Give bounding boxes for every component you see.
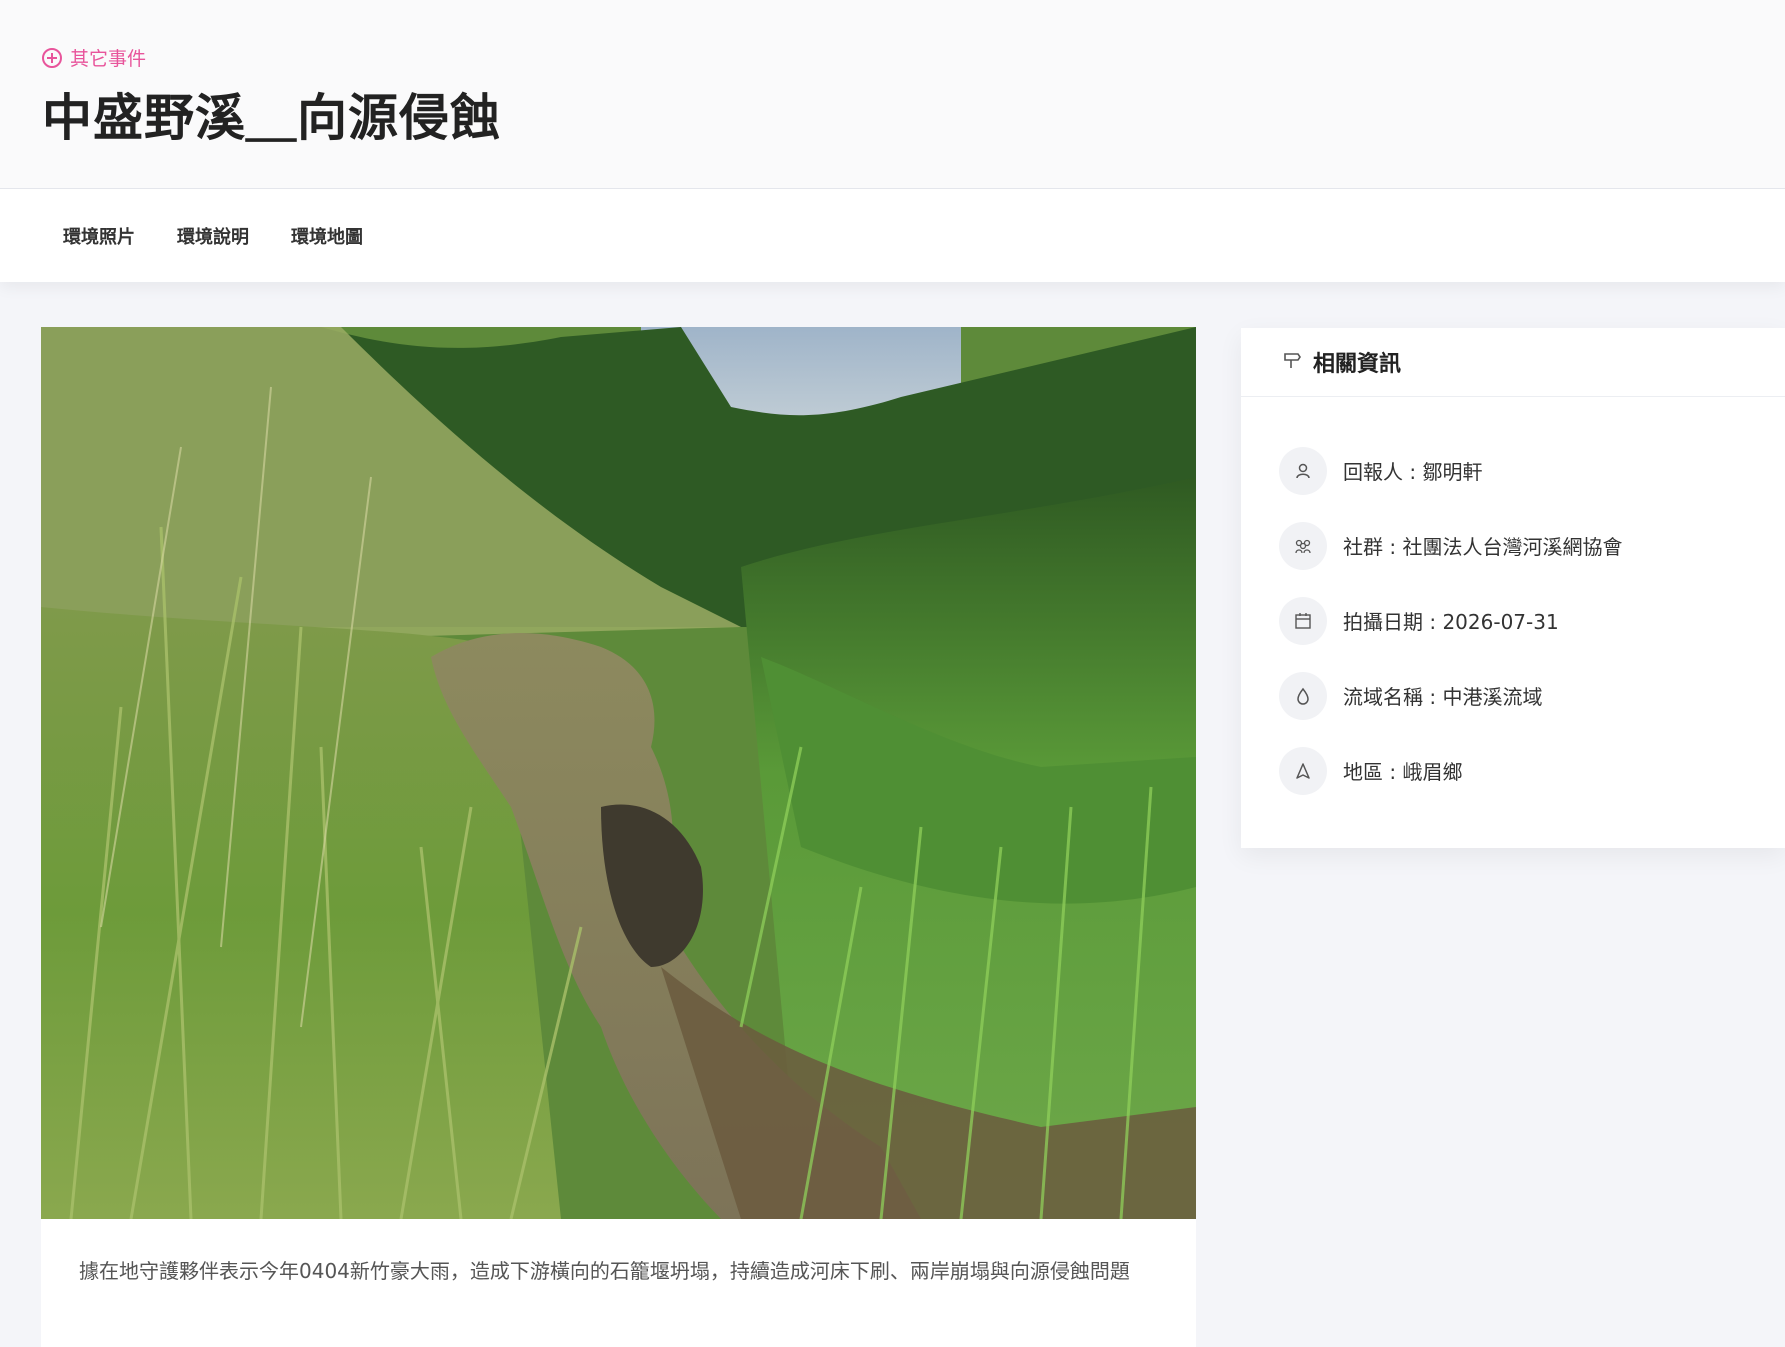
- signpost-icon: [1283, 351, 1301, 373]
- info-list: 回報人 : 鄒明軒 社群 : 社團法人台灣河溪網協會 拍攝日期 : 2026-0…: [1241, 397, 1785, 808]
- info-item-date: 拍攝日期 : 2026-07-31: [1241, 583, 1785, 658]
- tab-photos[interactable]: 環境照片: [42, 213, 156, 259]
- page-title: 中盛野溪＿向源侵蝕: [42, 89, 501, 147]
- info-item-region: 地區 : 峨眉鄉: [1241, 733, 1785, 808]
- stream-erosion-photo: [41, 327, 1196, 1219]
- related-info-header: 相關資訊: [1241, 328, 1785, 397]
- related-info-heading: 相關資訊: [1313, 352, 1402, 377]
- info-item-watershed: 流域名稱 : 中港溪流域: [1241, 658, 1785, 733]
- info-item-text: 回報人 : 鄒明軒: [1343, 460, 1483, 484]
- photo-caption: 據在地守護夥伴表示今年0404新竹豪大雨，造成下游橫向的石籠堰坍塌，持續造成河床…: [79, 1259, 1130, 1283]
- group-icon: [1279, 521, 1327, 570]
- location-icon: [1279, 746, 1327, 795]
- info-item-reporter: 回報人 : 鄒明軒: [1241, 433, 1785, 508]
- info-item-text: 拍攝日期 : 2026-07-31: [1343, 610, 1559, 634]
- info-item-text: 社群 : 社團法人台灣河溪網協會: [1343, 535, 1623, 559]
- info-item-text: 地區 : 峨眉鄉: [1343, 760, 1463, 784]
- tab-map[interactable]: 環境地圖: [270, 213, 384, 259]
- add-circle-icon: [42, 47, 62, 68]
- calendar-icon: [1279, 596, 1327, 645]
- category-link[interactable]: 其它事件: [42, 44, 146, 71]
- user-icon: [1279, 446, 1327, 495]
- tab-description[interactable]: 環境說明: [156, 213, 270, 259]
- tab-bar: 環境照片 環境說明 環境地圖: [0, 189, 1785, 282]
- water-drop-icon: [1279, 671, 1327, 720]
- environment-photo[interactable]: [41, 327, 1196, 1219]
- page-header: 其它事件 中盛野溪＿向源侵蝕: [0, 0, 1785, 189]
- related-info-card: 相關資訊 回報人 : 鄒明軒 社群 : 社團法人台灣河溪網協會 拍攝日期 : 2…: [1241, 328, 1785, 848]
- photo-card: 據在地守護夥伴表示今年0404新竹豪大雨，造成下游橫向的石籠堰坍塌，持續造成河床…: [41, 327, 1196, 1347]
- info-item-text: 流域名稱 : 中港溪流域: [1343, 685, 1543, 709]
- category-label: 其它事件: [70, 48, 147, 70]
- info-item-community: 社群 : 社團法人台灣河溪網協會: [1241, 508, 1785, 583]
